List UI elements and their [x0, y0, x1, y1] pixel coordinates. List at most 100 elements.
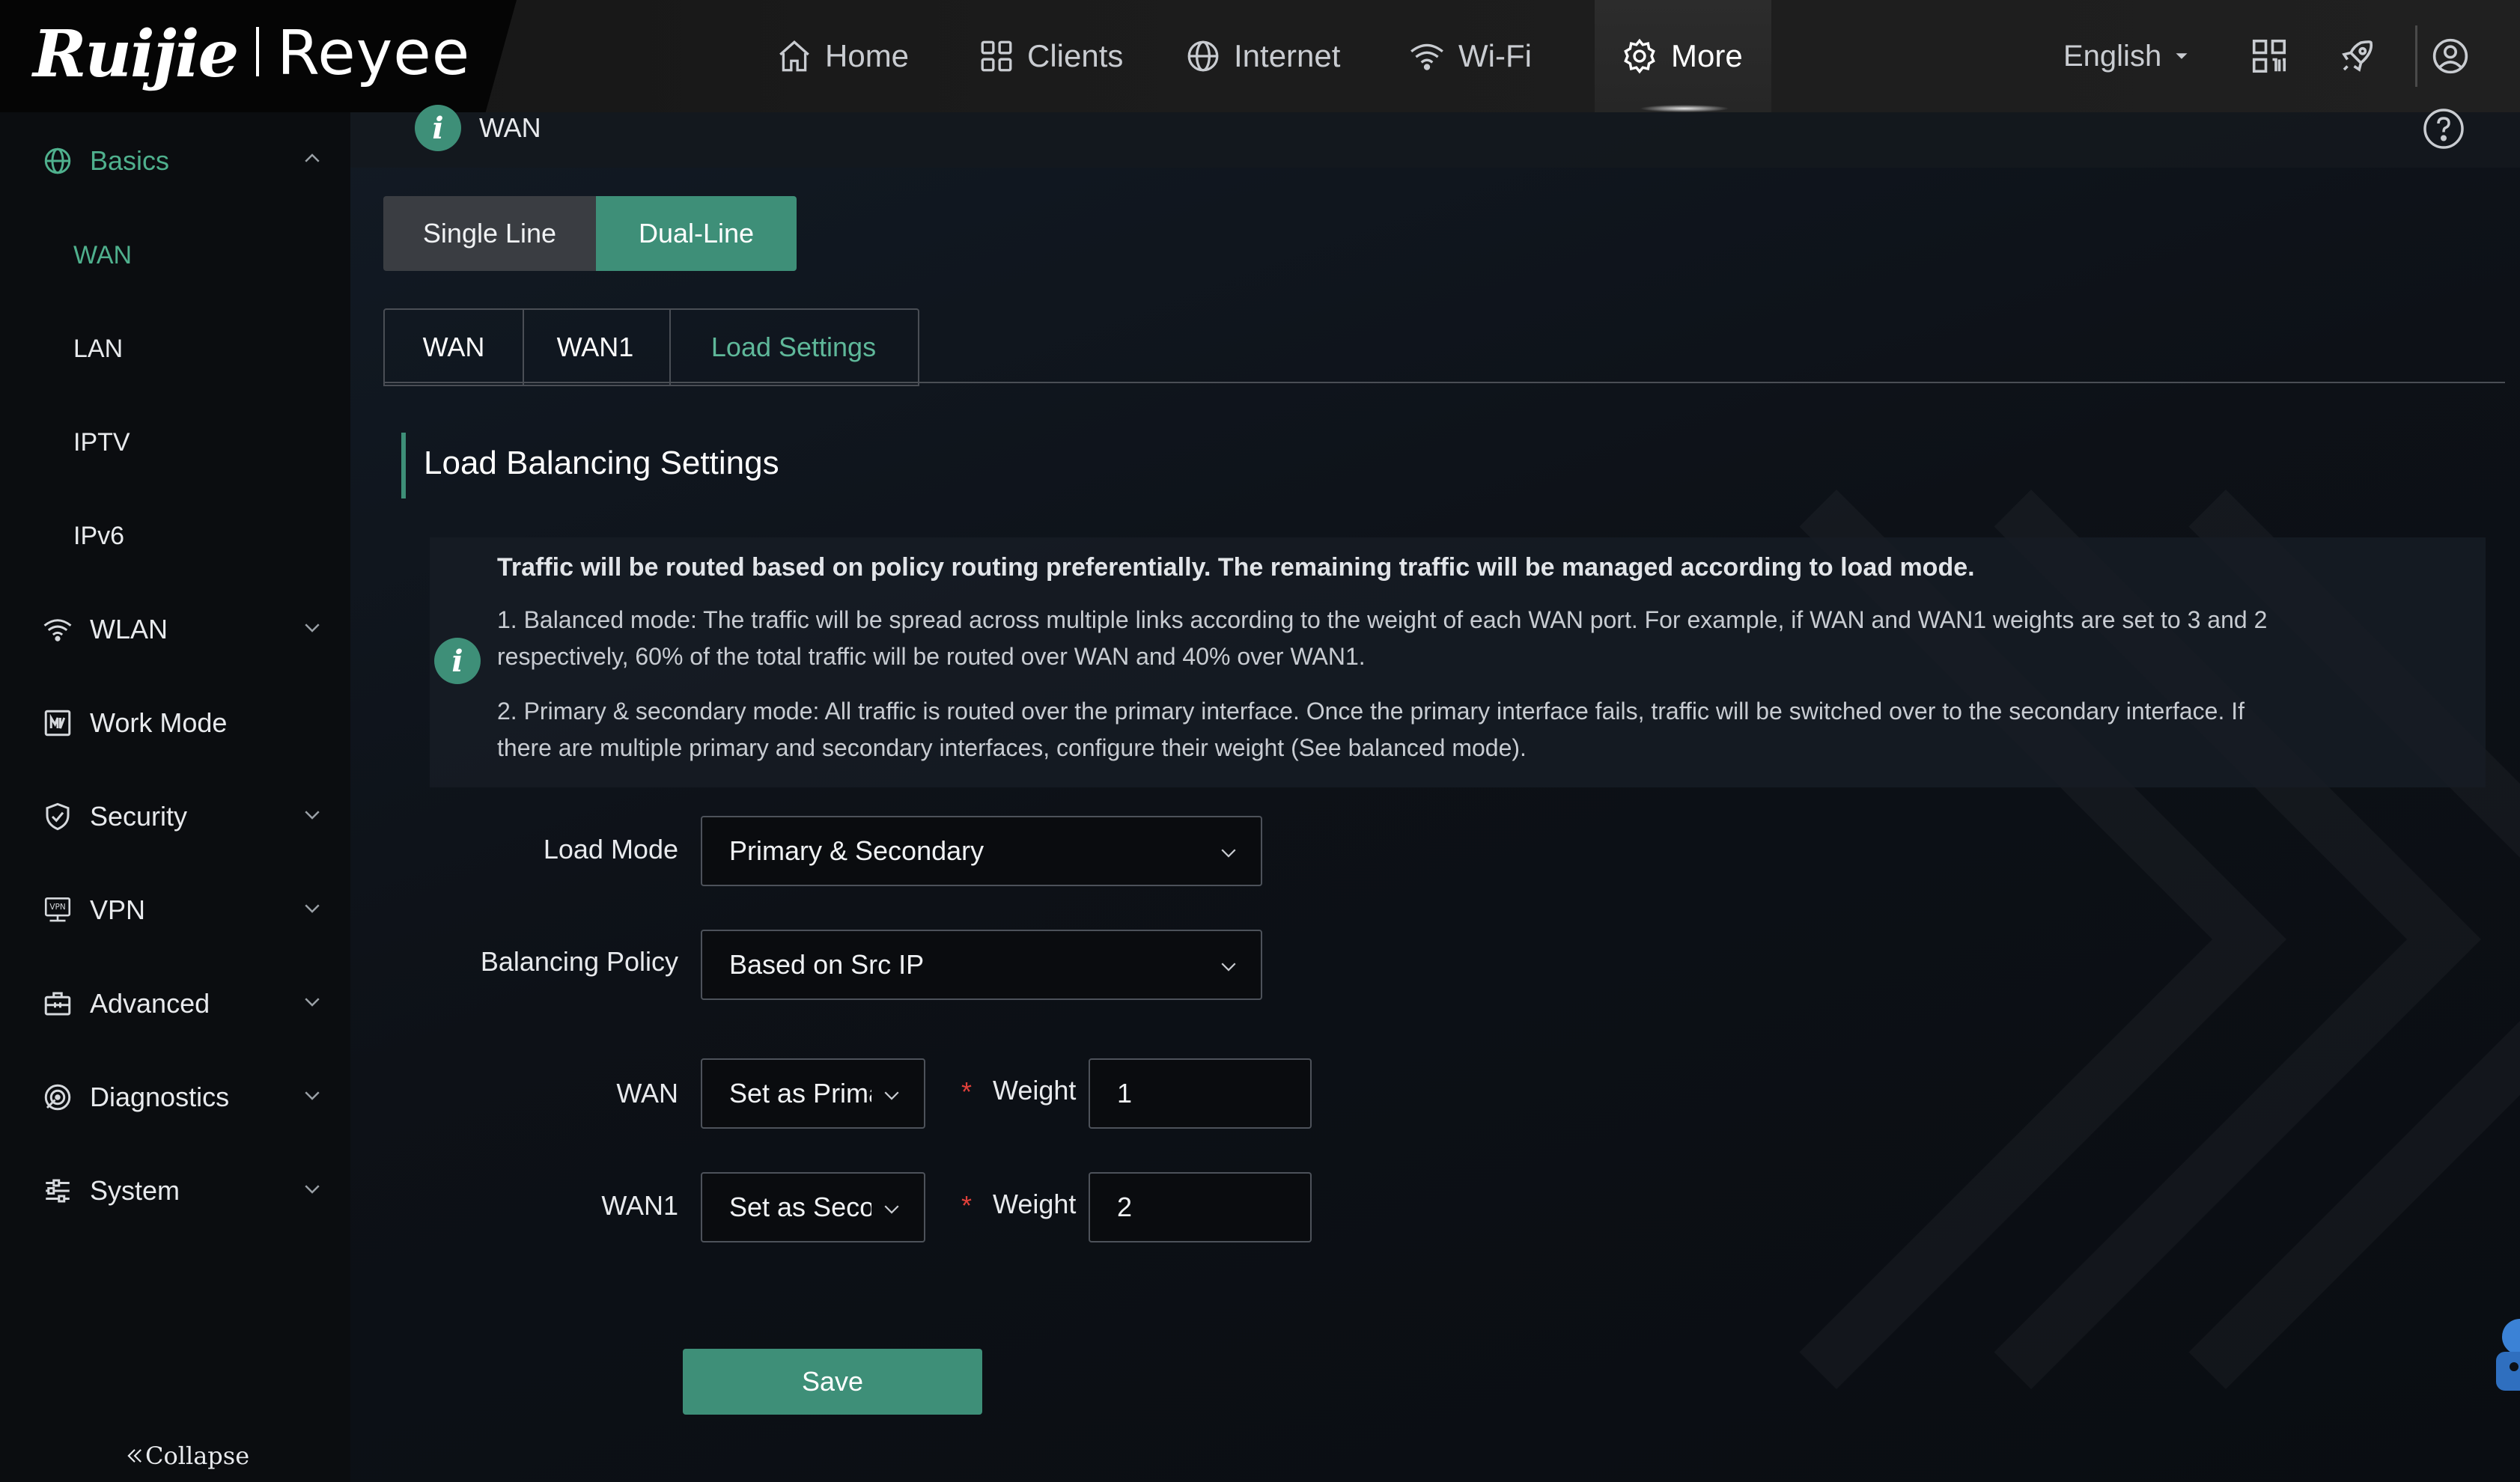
load-mode-value: Primary & Secondary	[729, 835, 984, 866]
sidebar-subitem-wan[interactable]: WAN	[73, 241, 132, 270]
work-mode-icon	[40, 706, 75, 740]
assistant-widget[interactable]	[2484, 1313, 2520, 1403]
shield-icon	[40, 799, 75, 834]
wan1-weight-label: Weight	[993, 1189, 1077, 1219]
load-mode-select[interactable]: Primary & Secondary	[701, 816, 1262, 886]
qr-code-icon[interactable]	[2246, 33, 2292, 79]
sidebar-item-work-mode[interactable]: Work Mode	[0, 682, 350, 764]
wan-weight-input[interactable]: 1	[1089, 1058, 1312, 1129]
wan1-role-label: WAN1	[601, 1190, 678, 1221]
rocket-icon[interactable]	[2334, 33, 2381, 79]
ruijie-logo[interactable]: Ruijie	[33, 16, 239, 92]
chevron-down-icon	[301, 894, 323, 926]
home-icon	[779, 40, 809, 72]
collapse-label: Collapse	[145, 1442, 250, 1470]
info-primary-line2: there are multiple primary and secondary…	[497, 734, 1527, 761]
globe-icon	[1187, 40, 1219, 72]
nav-wifi-label: Wi-Fi	[1458, 38, 1532, 73]
sidebar-subitem-iptv[interactable]: IPTV	[73, 428, 130, 457]
caret-down-icon	[2176, 53, 2188, 59]
sidebar-item-advanced[interactable]: Advanced	[0, 963, 350, 1045]
balancing-policy-label: Balancing Policy	[480, 946, 678, 977]
balancing-policy-select[interactable]: Based on Src IP	[701, 930, 1262, 1000]
sidebar-item-system[interactable]: System	[0, 1150, 350, 1232]
sidebar-item-label: Diagnostics	[90, 1082, 230, 1112]
sidebar-item-vpn[interactable]: VPN VPN	[0, 869, 350, 951]
info-heading: Traffic will be routed based on policy r…	[497, 553, 1975, 582]
nav-clients-label: Clients	[1027, 38, 1124, 73]
sidebar-item-diagnostics[interactable]: Diagnostics	[0, 1056, 350, 1138]
chevron-down-icon	[301, 801, 323, 832]
sidebar-subitem-ipv6[interactable]: IPv6	[73, 522, 124, 551]
required-mark: *	[961, 1190, 973, 1221]
tab-wan1[interactable]: WAN1	[521, 308, 671, 386]
help-icon[interactable]	[2420, 105, 2468, 153]
info-icon: i	[434, 638, 481, 684]
nav-home-label: Home	[825, 38, 910, 73]
save-button[interactable]: Save	[683, 1349, 982, 1415]
globe-icon	[40, 144, 75, 178]
user-account-icon[interactable]	[2427, 33, 2474, 79]
chevron-down-icon	[301, 1082, 323, 1113]
sliders-icon	[40, 1174, 75, 1208]
nav-internet[interactable]: Internet	[1184, 33, 1340, 79]
chevron-down-icon	[301, 988, 323, 1019]
wifi-icon	[40, 612, 75, 647]
sidebar-subitem-lan[interactable]: LAN	[73, 335, 123, 364]
info-balanced-line1: 1. Balanced mode: The traffic will be sp…	[497, 606, 2268, 633]
wan-role-value: Set as Primary	[729, 1078, 871, 1109]
sidebar-item-basics[interactable]: Basics	[0, 120, 350, 202]
nav-wifi[interactable]: Wi-Fi	[1407, 33, 1532, 79]
assistant-icon	[2496, 1319, 2520, 1391]
page-title: WAN	[479, 112, 541, 143]
nav-home[interactable]: Home	[776, 33, 909, 79]
wan1-role-select[interactable]: Set as Secondary	[701, 1172, 925, 1242]
nav-more-label: More	[1671, 38, 1743, 73]
nav-internet-label: Internet	[1234, 38, 1341, 73]
wan-role-label: WAN	[616, 1078, 678, 1109]
sidebar-item-label: Advanced	[90, 988, 210, 1019]
wan-weight-label: Weight	[993, 1075, 1077, 1106]
sidebar-item-label: Security	[90, 801, 188, 832]
dual-line-button[interactable]: Dual-Line	[596, 196, 797, 271]
gear-icon	[1624, 38, 1655, 74]
sidebar-item-label: Basics	[90, 145, 170, 176]
clients-grid-icon	[981, 40, 1012, 72]
wifi-icon	[1410, 43, 1443, 70]
language-select[interactable]: English	[2063, 33, 2193, 79]
sidebar-item-label: System	[90, 1175, 180, 1206]
chevron-up-icon	[301, 145, 323, 177]
topbar-divider	[2415, 25, 2417, 87]
double-chevron-left-icon	[127, 1449, 141, 1463]
sidebar-item-security[interactable]: Security	[0, 775, 350, 858]
page-header-bar	[350, 112, 2520, 168]
collapse-button[interactable]: Collapse	[124, 1442, 249, 1470]
wan1-role-value: Set as Secondary	[729, 1192, 871, 1222]
chevron-down-icon	[884, 1205, 899, 1214]
balancing-policy-value: Based on Src IP	[729, 949, 925, 980]
chevron-down-icon	[884, 1091, 899, 1100]
tab-underline	[383, 382, 2505, 383]
section-accent-bar	[401, 433, 406, 498]
wan-role-select[interactable]: Set as Primary	[701, 1058, 925, 1129]
single-line-button[interactable]: Single Line	[383, 196, 596, 271]
info-icon: i	[415, 105, 461, 151]
chevron-down-icon	[1221, 849, 1236, 858]
language-label: English	[2063, 39, 2162, 73]
tab-wan[interactable]: WAN	[383, 308, 524, 386]
tab-load-settings[interactable]: Load Settings	[669, 308, 919, 386]
load-mode-label: Load Mode	[543, 834, 678, 864]
chevron-down-icon	[1221, 963, 1236, 972]
reyee-logo[interactable]: Reyee	[277, 18, 470, 89]
chevron-down-icon	[301, 1175, 323, 1207]
info-balanced-line2: respectively, 60% of the total traffic w…	[497, 643, 1366, 670]
wan1-weight-input[interactable]: 2	[1089, 1172, 1312, 1242]
diagnostics-icon	[40, 1080, 75, 1114]
info-primary-line1: 2. Primary & secondary mode: All traffic…	[497, 698, 2245, 725]
svg-text:VPN: VPN	[49, 903, 65, 912]
nav-more[interactable]: More	[1620, 33, 1743, 79]
toolbox-icon	[40, 987, 75, 1021]
logo-divider	[256, 27, 259, 76]
sidebar-item-wlan[interactable]: WLAN	[0, 588, 350, 671]
nav-clients[interactable]: Clients	[978, 33, 1123, 79]
